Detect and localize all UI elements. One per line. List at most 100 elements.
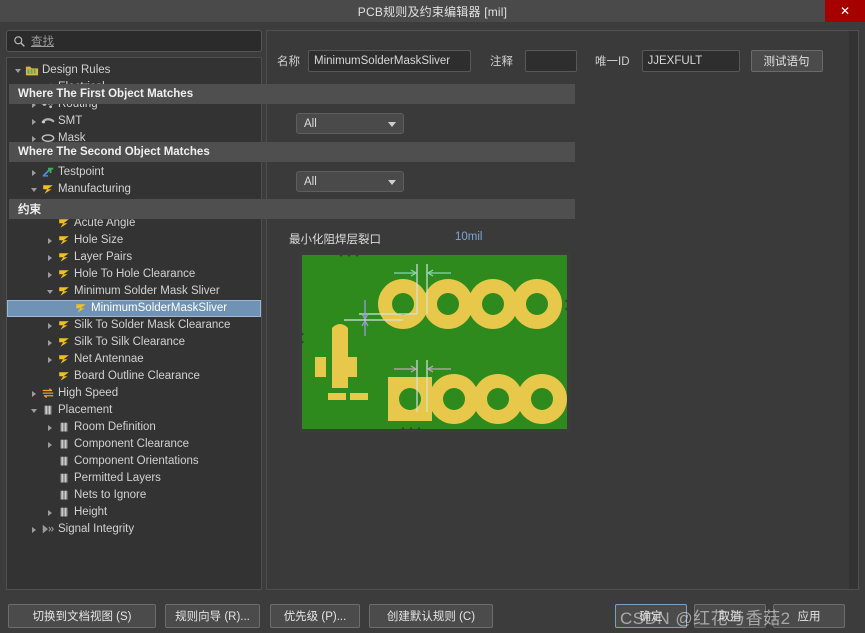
constraint-value[interactable]: 10mil: [455, 231, 482, 243]
tree-item-high-speed[interactable]: High Speed: [7, 385, 261, 402]
tree-item-board-outline-clearance[interactable]: Board Outline Clearance: [7, 368, 261, 385]
rule-wizard-button[interactable]: 规则向导 (R)...: [165, 604, 260, 628]
ok-button[interactable]: 确定: [615, 604, 687, 628]
expander-collapsed-icon[interactable]: [29, 524, 40, 535]
window-title: PCB规则及约束编辑器 [mil]: [357, 4, 508, 19]
manufacturing-icon: [57, 336, 71, 349]
rule-name-input[interactable]: [308, 50, 471, 72]
expander-expanded-icon[interactable]: [29, 184, 40, 195]
expander-collapsed-icon[interactable]: [45, 354, 56, 365]
expander-collapsed-icon[interactable]: [45, 439, 56, 450]
expander-expanded-icon[interactable]: [45, 286, 56, 297]
rule-header-row: 名称 注释 唯一ID 测试语句: [277, 50, 823, 72]
manufacturing-icon: [57, 251, 71, 264]
expander-collapsed-icon[interactable]: [45, 269, 56, 280]
placement-icon: [57, 455, 71, 468]
tree-item-room-definition[interactable]: Room Definition: [7, 419, 261, 436]
switch-to-document-view-button[interactable]: 切换到文档视图 (S): [8, 604, 156, 628]
tree-item-component-clearance[interactable]: Component Clearance: [7, 436, 261, 453]
expander-collapsed-icon[interactable]: [45, 422, 56, 433]
manufacturing-icon: [57, 268, 71, 281]
first-object-scope-dropdown[interactable]: All: [296, 113, 404, 134]
tree-item-label: Manufacturing: [58, 183, 131, 195]
tree-item-permitted-layers[interactable]: Permitted Layers: [7, 470, 261, 487]
tree-item-signal-integrity[interactable]: Signal Integrity: [7, 521, 261, 538]
chevron-down-icon: [388, 180, 396, 185]
tree-item-label: Permitted Layers: [74, 472, 161, 484]
search-input[interactable]: 查找: [31, 33, 54, 49]
tree-item-placement[interactable]: Placement: [7, 402, 261, 419]
rules-tree[interactable]: Design RulesElectricalRoutingSMTMaskPlan…: [6, 57, 262, 590]
tree-item-label: Room Definition: [74, 421, 156, 433]
expander-collapsed-icon[interactable]: [45, 507, 56, 518]
expander-collapsed-icon[interactable]: [45, 235, 56, 246]
rule-comment-input[interactable]: [525, 50, 577, 72]
expander-collapsed-icon[interactable]: [45, 252, 56, 263]
tree-item-label: Hole Size: [74, 234, 124, 246]
expander-collapsed-icon[interactable]: [45, 320, 56, 331]
left-pane: 查找 Design RulesElectricalRoutingSMTMaskP…: [6, 30, 262, 590]
tree-item-minimumsoldermasksliver[interactable]: MinimumSolderMaskSliver: [7, 300, 261, 317]
tree-item-smt[interactable]: SMT: [7, 113, 261, 130]
vertical-scrollbar[interactable]: [849, 31, 858, 589]
testpoint-icon: [41, 166, 55, 179]
constraint-label: 最小化阻焊层裂口: [289, 234, 381, 246]
expander-collapsed-icon[interactable]: [29, 167, 40, 178]
manufacturing-icon: [57, 353, 71, 366]
tree-item-net-antennae[interactable]: Net Antennae: [7, 351, 261, 368]
tree-item-label: Component Clearance: [74, 438, 190, 450]
close-icon: ✕: [839, 4, 851, 18]
tree-item-minimum-solder-mask-sliver[interactable]: Minimum Solder Mask Sliver: [7, 283, 261, 300]
tree-item-silk-to-silk-clearance[interactable]: Silk To Silk Clearance: [7, 334, 261, 351]
tree-item-design-rules[interactable]: Design Rules: [7, 62, 261, 79]
tree-item-label: Hole To Hole Clearance: [74, 268, 196, 280]
create-default-rules-button[interactable]: 创建默认规则 (C): [369, 604, 493, 628]
expander-collapsed-icon[interactable]: [29, 388, 40, 399]
smt-icon: [41, 115, 55, 128]
folder-rules-icon: [25, 64, 39, 77]
unique-id-label: 唯一ID: [595, 56, 630, 68]
section-second-object-header: Where The Second Object Matches: [9, 142, 575, 162]
tree-item-label: Testpoint: [58, 166, 105, 178]
expander-collapsed-icon[interactable]: [45, 337, 56, 348]
tree-item-height[interactable]: Height: [7, 504, 261, 521]
expander-expanded-icon[interactable]: [29, 405, 40, 416]
tree-item-component-orientations[interactable]: Component Orientations: [7, 453, 261, 470]
tree-item-label: Signal Integrity: [58, 523, 135, 535]
search-box[interactable]: 查找: [6, 30, 262, 52]
unique-id-input[interactable]: [641, 50, 740, 72]
tree-item-hole-size[interactable]: Hole Size: [7, 232, 261, 249]
tree-item-label: Minimum Solder Mask Sliver: [74, 285, 220, 297]
tree-item-label: Design Rules: [42, 64, 111, 76]
placement-icon: [57, 472, 71, 485]
close-button[interactable]: ✕: [825, 0, 865, 22]
tree-item-label: Nets to Ignore: [74, 489, 147, 501]
tree-item-hole-to-hole-clearance[interactable]: Hole To Hole Clearance: [7, 266, 261, 283]
highspeed-icon: [41, 387, 55, 400]
tree-item-testpoint[interactable]: Testpoint: [7, 164, 261, 181]
search-icon: [14, 35, 25, 47]
tree-item-label: Component Orientations: [74, 455, 199, 467]
tree-item-silk-to-solder-mask-clearance[interactable]: Silk To Solder Mask Clearance: [7, 317, 261, 334]
placement-icon: [57, 438, 71, 451]
second-object-scope-dropdown[interactable]: All: [296, 171, 404, 192]
apply-button[interactable]: 应用: [773, 604, 845, 628]
title-bar: PCB规则及约束编辑器 [mil] ✕: [0, 0, 865, 22]
tree-item-label: Placement: [58, 404, 113, 416]
name-label: 名称: [277, 56, 300, 68]
tree-item-label: Silk To Solder Mask Clearance: [74, 319, 231, 331]
priority-button[interactable]: 优先级 (P)...: [270, 604, 360, 628]
tree-item-manufacturing[interactable]: Manufacturing: [7, 181, 261, 198]
tree-item-layer-pairs[interactable]: Layer Pairs: [7, 249, 261, 266]
test-statement-button[interactable]: 测试语句: [750, 50, 823, 72]
cancel-button[interactable]: 取消: [694, 604, 766, 628]
placement-icon: [57, 506, 71, 519]
tree-item-label: Layer Pairs: [74, 251, 133, 263]
expander-expanded-icon[interactable]: [13, 65, 24, 76]
expander-collapsed-icon[interactable]: [29, 116, 40, 127]
tree-item-nets-to-ignore[interactable]: Nets to Ignore: [7, 487, 261, 504]
section-first-object-header: Where The First Object Matches: [9, 84, 575, 104]
